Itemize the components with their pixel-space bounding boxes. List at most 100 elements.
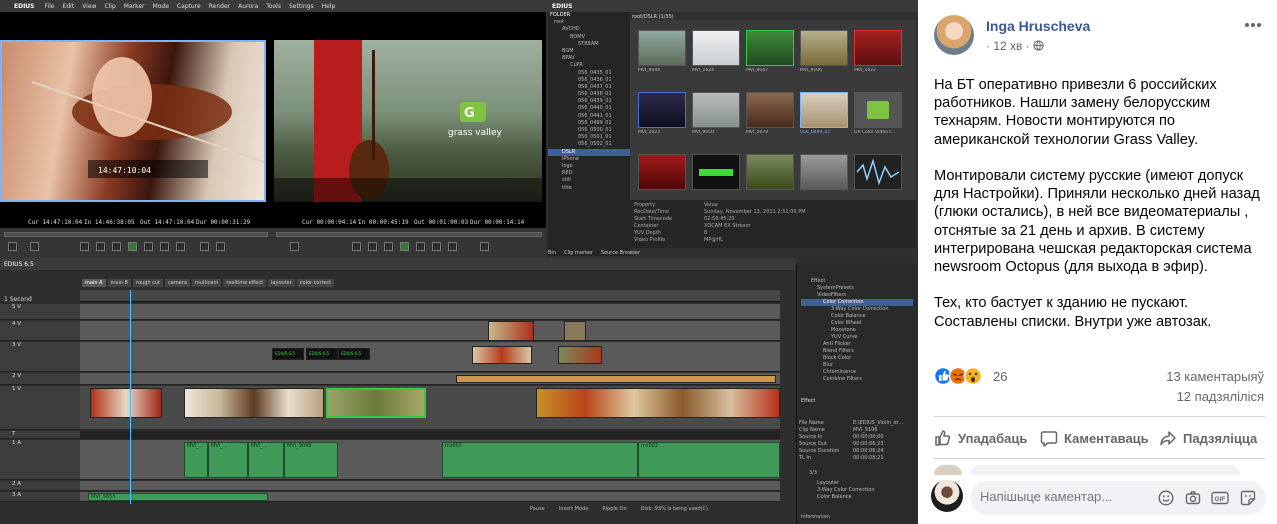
track-header[interactable]: 1 V: [0, 386, 80, 430]
track-header[interactable]: 2 A: [0, 481, 80, 491]
folder-item[interactable]: CLPR: [548, 62, 630, 69]
effect-tree-item[interactable]: Monotone: [801, 327, 913, 334]
sequence-tab[interactable]: main A: [82, 279, 106, 287]
rec-loop-button[interactable]: [448, 242, 457, 251]
video-clip[interactable]: [472, 346, 532, 364]
folder-item[interactable]: AVCHD: [548, 26, 630, 33]
comments-count[interactable]: 13 каментарыяў: [1166, 369, 1264, 384]
clip-thumbnail[interactable]: [746, 154, 794, 190]
video-clip[interactable]: [456, 375, 776, 383]
gif-icon[interactable]: GIF: [1211, 490, 1229, 506]
share-button[interactable]: Падзяліцца: [1159, 428, 1257, 448]
tab-effect[interactable]: Effect: [801, 398, 815, 404]
insert-button[interactable]: [200, 242, 209, 251]
track-header[interactable]: T: [0, 431, 80, 439]
loop-button[interactable]: [176, 242, 185, 251]
folder-item[interactable]: title: [548, 185, 630, 192]
effect-tree-item[interactable]: 3-Way Color Correction: [801, 306, 913, 313]
folder-item[interactable]: 056_0437_01: [548, 84, 630, 91]
rec-rewind-button[interactable]: [368, 242, 377, 251]
audio-clip[interactable]: ms002: [638, 442, 780, 478]
folder-item[interactable]: BGM: [548, 48, 630, 55]
clip-thumbnail[interactable]: [638, 154, 686, 190]
effect-tree-item[interactable]: Block Color: [801, 355, 913, 362]
folder-item[interactable]: RED: [548, 170, 630, 177]
sequence-tab[interactable]: rough cut: [133, 279, 164, 287]
sequence-tab[interactable]: multicam: [191, 279, 222, 287]
recorder-scrubber[interactable]: [276, 232, 542, 237]
more-options-icon[interactable]: [1241, 16, 1265, 34]
tab-bin[interactable]: Bin: [548, 250, 556, 256]
effect-tree-item[interactable]: VideoFilters: [801, 292, 913, 299]
clip-thumbnail[interactable]: [692, 92, 740, 128]
step-back-button[interactable]: [112, 242, 121, 251]
clip-thumbnail[interactable]: [800, 92, 848, 128]
clip-thumbnail[interactable]: [692, 30, 740, 66]
track-header[interactable]: 4 V: [0, 321, 80, 341]
track-header[interactable]: 2 V: [0, 373, 80, 385]
folder-item[interactable]: still: [548, 177, 630, 184]
time-ruler[interactable]: [80, 290, 780, 302]
tab-source-browser[interactable]: Source Browser: [601, 250, 640, 256]
post-time[interactable]: 12 хв: [993, 39, 1022, 53]
title-clip[interactable]: EDIUS 6.5: [306, 348, 338, 360]
rec-stop-button[interactable]: [352, 242, 361, 251]
video-clip[interactable]: [488, 321, 534, 341]
folder-item[interactable]: BDMV: [548, 34, 630, 41]
rec-step-forward-button[interactable]: [416, 242, 425, 251]
folder-item[interactable]: 056_0502_01: [548, 141, 630, 148]
audio-clip[interactable]: MVI_9048: [284, 442, 338, 478]
audio-clip-thumbnail[interactable]: [854, 154, 902, 190]
effect-tree-item[interactable]: Effect: [801, 278, 913, 285]
effect-tree-item[interactable]: YUV Curve: [801, 334, 913, 341]
folder-item[interactable]: logo: [548, 163, 630, 170]
set-in-button[interactable]: [8, 242, 17, 251]
video-clip[interactable]: [564, 321, 586, 341]
video-clip[interactable]: [184, 388, 324, 418]
reaction-count[interactable]: 26: [993, 369, 1007, 384]
video-clip[interactable]: [558, 346, 602, 364]
author-name[interactable]: Inga Hruscheva: [986, 18, 1090, 34]
audio-clip[interactable]: MVI_5653: [88, 493, 268, 501]
folder-item[interactable]: 056_0499_01: [548, 120, 630, 127]
player-scrubber[interactable]: [4, 232, 268, 237]
clip-thumbnail[interactable]: [638, 92, 686, 128]
clip-thumbnail[interactable]: [854, 92, 902, 128]
sequence-tab[interactable]: layouter: [268, 279, 295, 287]
folder-item[interactable]: 056_0501_01: [548, 134, 630, 141]
fast-forward-button[interactable]: [160, 242, 169, 251]
sequence-tab[interactable]: main B: [107, 279, 132, 287]
like-button[interactable]: Упадабаць: [934, 428, 1027, 448]
layer-item[interactable]: Color Balance: [817, 494, 913, 501]
track-header[interactable]: 1 A: [0, 440, 80, 480]
effect-tree-item-selected[interactable]: Color Correction: [801, 299, 913, 306]
clip-thumbnail[interactable]: [800, 154, 848, 190]
folder-item[interactable]: 056_0438_01: [548, 91, 630, 98]
step-forward-button[interactable]: [144, 242, 153, 251]
track-header[interactable]: 5 V: [0, 304, 80, 320]
title-clip[interactable]: EDIUS 6.5: [338, 348, 370, 360]
effect-tree-item[interactable]: Blend Filters: [801, 348, 913, 355]
video-clip[interactable]: [90, 388, 162, 418]
folder-item[interactable]: STREAM: [548, 41, 630, 48]
comment-input[interactable]: [980, 489, 1140, 504]
tab-information[interactable]: Information: [801, 514, 830, 520]
folder-item-selected[interactable]: DSLR: [548, 148, 630, 156]
rewind-button[interactable]: [96, 242, 105, 251]
timeline-cursor[interactable]: [130, 290, 131, 504]
shares-count[interactable]: 12 падзяліліся: [1177, 389, 1264, 404]
folder-item[interactable]: 056_0439_01: [548, 98, 630, 105]
rec-play-button[interactable]: [400, 242, 409, 251]
overwrite-button[interactable]: [216, 242, 225, 251]
user-avatar[interactable]: [931, 480, 963, 512]
effect-tree-item[interactable]: Color Wheel: [801, 320, 913, 327]
rec-fast-forward-button[interactable]: [432, 242, 441, 251]
sticker-icon[interactable]: [1240, 490, 1256, 506]
folder-item[interactable]: root: [548, 19, 630, 26]
timeline-scale[interactable]: 1 Second: [4, 296, 32, 303]
rec-set-in-button[interactable]: [290, 242, 299, 251]
audio-clip[interactable]: MVI_...: [248, 442, 284, 478]
clip-thumbnail[interactable]: [800, 30, 848, 66]
export-button[interactable]: [480, 242, 489, 251]
reaction-icons[interactable]: [933, 366, 994, 386]
